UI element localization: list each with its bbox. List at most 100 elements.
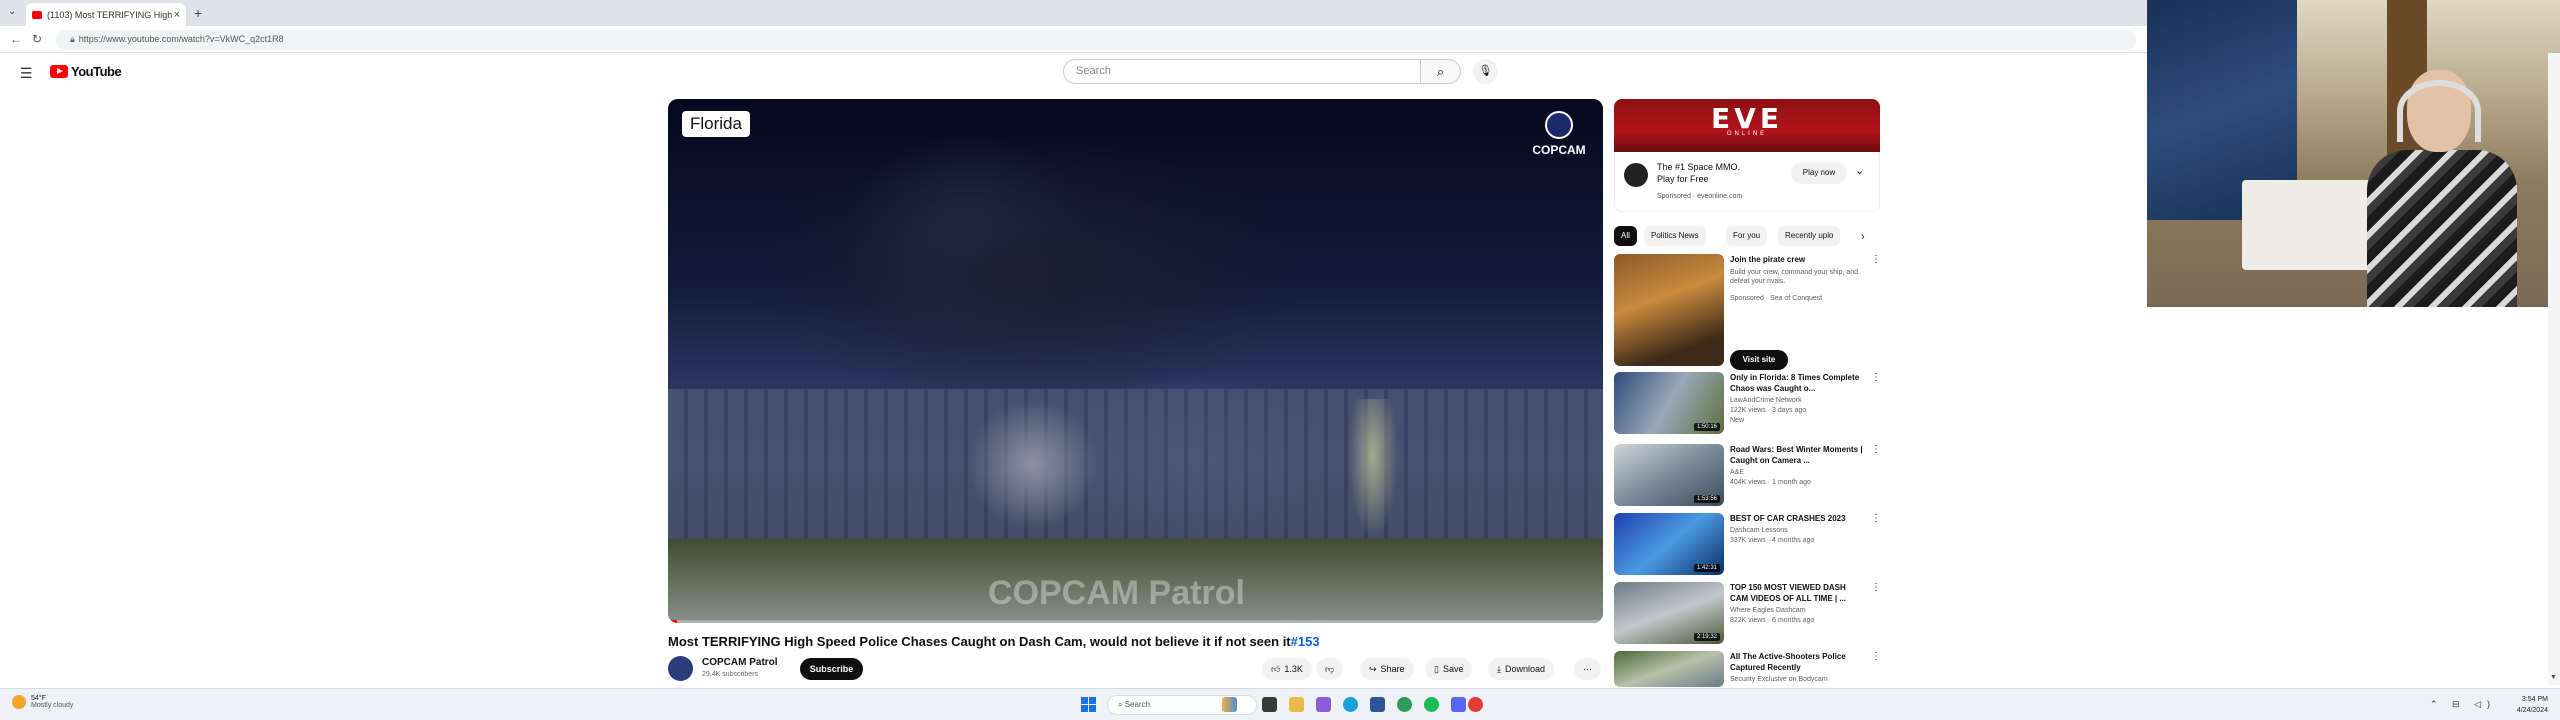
rec-channel[interactable]: LawAndCrime Network (1730, 397, 1802, 404)
dislike-button[interactable]: 👎︎ (1316, 658, 1344, 680)
task-view-icon[interactable] (1262, 697, 1277, 712)
channel-avatar[interactable] (668, 656, 693, 681)
youtube-favicon-icon (32, 10, 42, 19)
bookmark-icon: ▯ (1434, 663, 1439, 674)
obs-icon[interactable] (1468, 697, 1483, 712)
youtube-logo-text: YouTube (71, 64, 122, 79)
scroll-down-icon[interactable]: ▼ (2550, 674, 2557, 681)
store-icon[interactable] (1316, 697, 1331, 712)
voice-search-button[interactable]: 🎙︎ (1473, 59, 1498, 84)
rec-title[interactable]: TOP 150 MOST VIEWED DASH CAM VIDEOS OF A… (1730, 582, 1866, 604)
more-icon[interactable]: ⋮ (1871, 254, 1881, 265)
menu-icon[interactable]: ☰ (20, 65, 33, 82)
widgets-icon[interactable] (1222, 697, 1237, 712)
tab-list-icon[interactable]: ⌄ (8, 6, 16, 17)
search-button[interactable]: ⌕ (1421, 59, 1461, 84)
rec-description: Build your crew, command your ship, and … (1730, 269, 1859, 285)
new-tab-icon[interactable]: + (194, 5, 202, 21)
lock-icon: 🔒︎ (70, 34, 75, 44)
video-thumbnail[interactable] (1614, 651, 1724, 687)
channel-name[interactable]: COPCAM Patrol (702, 657, 778, 668)
ad-sponsor-line: Sponsored · eveonline.com (1657, 193, 1743, 200)
ad-play-now-button[interactable]: Play now (1791, 162, 1847, 184)
rec-channel[interactable]: Security Exclusive on Bodycam (1730, 676, 1828, 683)
youtube-logo[interactable]: YouTube (50, 64, 122, 79)
weather-widget[interactable]: 54°F Mostly cloudy (12, 695, 73, 709)
video-thumbnail[interactable]: 1:42:31 (1614, 513, 1724, 575)
rec-title[interactable]: Road Wars: Best Winter Moments | Caught … (1730, 444, 1866, 466)
rec-meta: 404K views · 1 month ago (1730, 479, 1811, 486)
close-tab-icon[interactable]: × (174, 9, 180, 21)
file-explorer-icon[interactable] (1289, 697, 1304, 712)
chip-politics-news[interactable]: Politics News (1644, 226, 1706, 246)
more-icon[interactable]: ⋮ (1871, 372, 1881, 383)
browser-tab-bar: ⌄ (1103) Most TERRIFYING High × + (0, 0, 2147, 26)
new-badge: New (1730, 417, 1745, 424)
video-thumbnail[interactable]: 1:50:16 (1614, 372, 1724, 434)
more-icon[interactable]: ⋮ (1871, 651, 1881, 662)
weather-temp: 54°F (31, 695, 46, 702)
download-button[interactable]: ⤓ Download (1488, 658, 1555, 680)
ad-banner-title: EVE (1711, 102, 1783, 135)
spotify-icon[interactable] (1424, 697, 1439, 712)
hashtag-link[interactable]: #153 (1291, 634, 1320, 649)
channel-watermark-logo: COPCAM (1529, 111, 1589, 159)
clock[interactable]: 3:54 PM 4/24/2024 (2508, 694, 2548, 716)
more-icon[interactable]: ⋮ (1871, 513, 1881, 524)
rec-meta: 337K views · 4 months ago (1730, 537, 1815, 544)
rec-title[interactable]: BEST OF CAR CRASHES 2023 (1730, 513, 1866, 524)
like-button[interactable]: 👍︎ 1.3K (1262, 658, 1312, 680)
start-icon[interactable] (1081, 697, 1096, 712)
video-progress-bar[interactable] (668, 620, 1603, 623)
app-icon[interactable] (1370, 697, 1385, 712)
more-actions-button[interactable]: ⋯ (1574, 658, 1601, 680)
thumbs-up-icon: 👍︎ (1271, 663, 1281, 674)
visit-site-button[interactable]: Visit site (1730, 350, 1788, 370)
ad-card[interactable]: The #1 Space MMO. Play for Free Sponsore… (1614, 152, 1880, 212)
discord-icon[interactable] (1451, 697, 1466, 712)
chevron-down-icon[interactable]: ⌄ (1855, 164, 1864, 177)
chip-all[interactable]: All (1614, 226, 1637, 246)
address-bar: ← ↻ 🔒︎ https://www.youtube.com/watch?v=Vk… (0, 26, 2147, 53)
duration-badge: 1:50:16 (1693, 423, 1720, 431)
chip-for-you[interactable]: For you (1726, 226, 1768, 246)
video-player[interactable]: Florida COPCAM COPCAM Patrol (668, 99, 1603, 623)
subscribe-button[interactable]: Subscribe (800, 658, 863, 680)
save-button[interactable]: ▯ Save (1425, 658, 1473, 680)
channel-logo-text: COPCAM (1532, 143, 1586, 157)
clock-date: 4/24/2024 (2516, 707, 2548, 714)
rec-channel[interactable]: A&E (1730, 469, 1744, 476)
video-thumbnail[interactable] (1614, 254, 1724, 366)
rec-channel[interactable]: Where Eagles Dashcam (1730, 607, 1805, 614)
tab-title: (1103) Most TERRIFYING High (47, 9, 173, 20)
reload-icon[interactable]: ↻ (32, 32, 42, 46)
more-icon[interactable]: ⋮ (1871, 444, 1881, 455)
microphone-icon: 🎙︎ (1478, 65, 1493, 77)
webcam-overlay (2147, 0, 2560, 307)
chip-recently-uploaded[interactable]: Recently uplo (1778, 226, 1841, 246)
video-title: Most TERRIFYING High Speed Police Chases… (668, 634, 1320, 649)
rec-title[interactable]: Join the pirate crew (1730, 254, 1866, 265)
tab-youtube[interactable]: (1103) Most TERRIFYING High × (26, 3, 186, 26)
chrome-icon[interactable] (1397, 697, 1412, 712)
share-button[interactable]: ↪ Share (1360, 658, 1414, 680)
duration-badge: 1:53:56 (1693, 495, 1720, 503)
scrollbar[interactable]: ▼ (2548, 53, 2560, 685)
more-icon[interactable]: ⋮ (1871, 582, 1881, 593)
taskbar: 54°F Mostly cloudy ⌕ Search ⌃ ⊟ ◁) 3:54 … (0, 688, 2560, 720)
ad-banner[interactable]: EVE ONLINE (1614, 99, 1880, 152)
rec-channel[interactable]: Dashcam Lessons (1730, 527, 1788, 534)
back-icon[interactable]: ← (10, 32, 22, 46)
url-field[interactable]: 🔒︎ https://www.youtube.com/watch?v=VkWC_q… (56, 30, 2136, 50)
video-thumbnail[interactable]: 1:53:56 (1614, 444, 1724, 506)
chevron-right-icon[interactable]: › (1861, 231, 1865, 243)
search-input[interactable]: Search (1063, 59, 1421, 84)
weather-desc: Mostly cloudy (31, 702, 74, 709)
video-watermark: COPCAM Patrol (988, 574, 1245, 612)
duration-badge: 2:19:32 (1693, 633, 1720, 641)
system-tray[interactable]: ⌃ ⊟ ◁) (2430, 699, 2496, 710)
edge-icon[interactable] (1343, 697, 1358, 712)
rec-title[interactable]: Only in Florida: 8 Times Complete Chaos … (1730, 372, 1866, 394)
video-thumbnail[interactable]: 2:19:32 (1614, 582, 1724, 644)
rec-title[interactable]: All The Active-Shooters Police Captured … (1730, 651, 1866, 673)
